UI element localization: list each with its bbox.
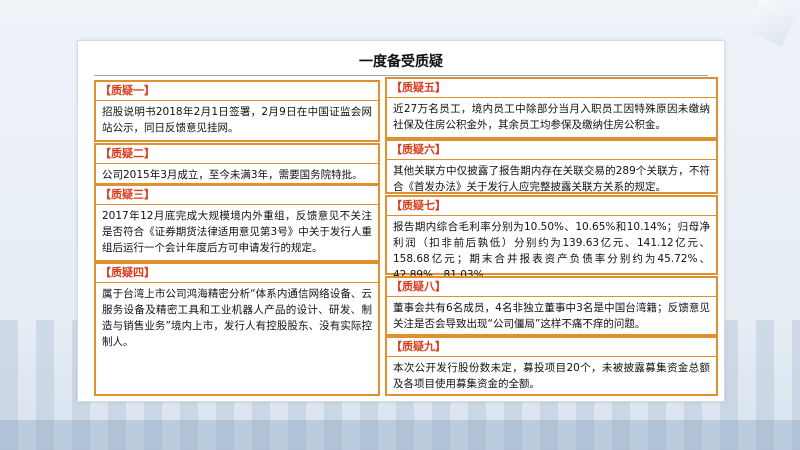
doubt-label: 【质疑七】 <box>387 197 716 216</box>
doubt-box-7: 【质疑七】 报告期内综合毛利率分别为10.50%、10.65%和10.14%；归… <box>385 195 718 281</box>
doubt-label: 【质疑八】 <box>387 278 716 297</box>
content-card: 一度备受质疑 【质疑一】 招股说明书2018年2月1日签署，2月9日在中国证监会… <box>77 40 725 402</box>
doubt-label: 【质疑三】 <box>96 186 378 205</box>
doubt-text: 公司2015年3月成立，至今未满3年，需要国务院特批。 <box>102 169 363 181</box>
page-title: 一度备受质疑 <box>359 54 443 70</box>
doubt-label: 【质疑二】 <box>96 145 378 164</box>
doubt-box-6: 【质疑六】 其他关联方中仅披露了报告期内存在关联交易的289个关联方，不符合《首… <box>385 139 718 194</box>
doubt-label: 【质疑九】 <box>387 338 716 357</box>
doubt-label: 【质疑五】 <box>387 79 716 98</box>
doubt-box-9: 【质疑九】 本次公开发行股份数未定，募投项目20个，未被披露募集资金总额及各项目… <box>385 336 718 396</box>
doubt-text: 其他关联方中仅披露了报告期内存在关联交易的289个关联方，不符合《首发办法》关于… <box>393 165 710 193</box>
doubt-box-2: 【质疑二】 公司2015年3月成立，至今未满3年，需要国务院特批。 <box>94 143 380 185</box>
doubt-text: 本次公开发行股份数未定，募投项目20个，未被披露募集资金总额及各项目使用募集资金… <box>393 362 710 390</box>
doubt-box-4: 【质疑四】 属于台湾上市公司鸿海精密分析“体系内通信网络设备、云服务设备及精密工… <box>94 262 380 396</box>
doubt-box-3: 【质疑三】 2017年12月底完成大规模境内外重组，反馈意见不关注是否符合《证券… <box>94 184 380 262</box>
doubt-text: 董事会共有6名成员，4名非独立董事中3名是中国台湾籍；反馈意见关注是否会导致出现… <box>393 302 710 330</box>
doubt-box-5: 【质疑五】 近27万名员工，境内员工中除部分当月入职员工因特殊原因未缴纳社保及住… <box>385 77 718 139</box>
doubt-box-8: 【质疑八】 董事会共有6名成员，4名非独立董事中3名是中国台湾籍；反馈意见关注是… <box>385 276 718 336</box>
doubt-box-1: 【质疑一】 招股说明书2018年2月1日签署，2月9日在中国证监会网站公示，同日… <box>94 80 380 142</box>
doubt-label: 【质疑一】 <box>96 82 378 101</box>
paper-decoration <box>745 0 799 47</box>
doubt-text: 招股说明书2018年2月1日签署，2月9日在中国证监会网站公示，同日反馈意见挂网… <box>102 106 372 134</box>
doubt-text: 属于台湾上市公司鸿海精密分析“体系内通信网络设备、云服务设备及精密工具和工业机器… <box>102 288 372 348</box>
title-divider <box>94 75 708 76</box>
doubt-label: 【质疑四】 <box>96 264 378 283</box>
doubt-label: 【质疑六】 <box>387 141 716 160</box>
doubt-text: 近27万名员工，境内员工中除部分当月入职员工因特殊原因未缴纳社保及住房公积金外，… <box>393 103 710 131</box>
doubt-text: 2017年12月底完成大规模境内外重组，反馈意见不关注是否符合《证券期货法律适用… <box>102 210 372 254</box>
